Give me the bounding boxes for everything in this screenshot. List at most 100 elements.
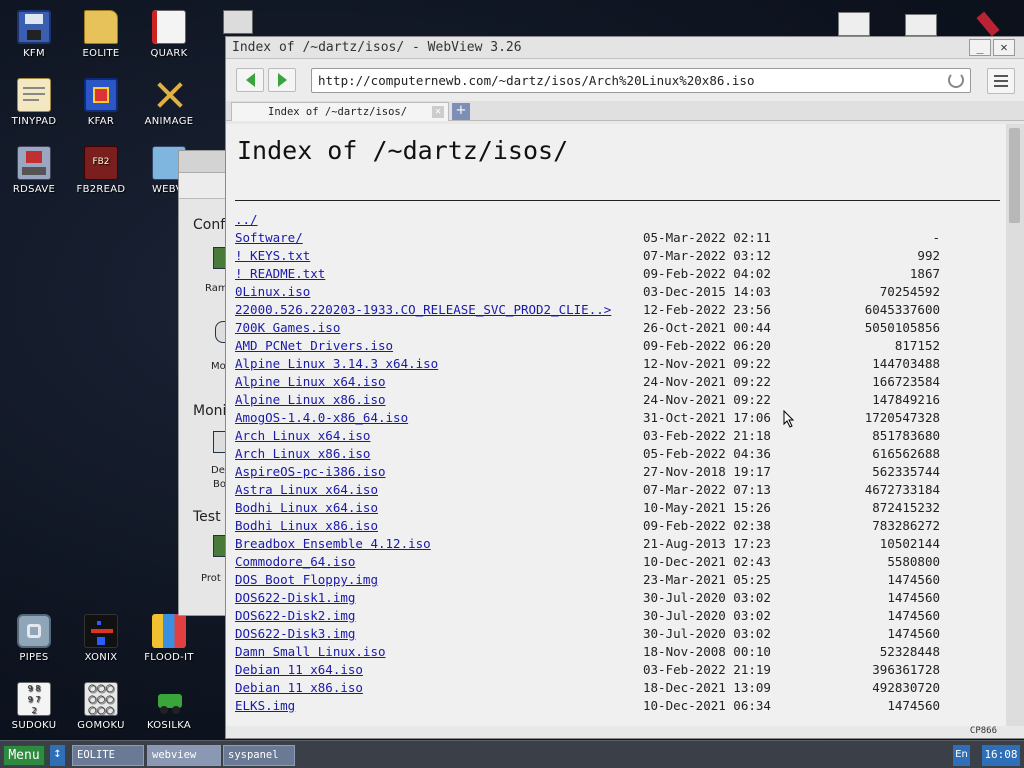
table-row: Alpine Linux x64.iso 24-Nov-2021 09:22 166… <box>235 373 1005 391</box>
file-link[interactable]: AspireOS-pc-i386.iso <box>235 463 386 481</box>
desktop-icon-quark[interactable]: QUARK <box>135 10 203 59</box>
file-link[interactable]: Alpine Linux x64.iso <box>235 373 386 391</box>
file-link[interactable]: Alpine Linux 3.14.3 x64.iso <box>235 355 438 373</box>
file-size: 147849216 <box>872 392 940 407</box>
file-link[interactable]: Debian 11 x86.iso <box>235 679 363 697</box>
tab-active[interactable]: Index of /~dartz/isos/ ✕ <box>231 102 449 121</box>
back-button[interactable] <box>236 68 264 92</box>
table-row: Damn Small Linux.iso 18-Nov-2008 00:10 523… <box>235 643 1005 661</box>
parent-dir-link[interactable]: ../ <box>235 211 258 229</box>
language-indicator[interactable]: En <box>953 745 970 766</box>
encoding-label[interactable]: CP866 <box>970 726 997 736</box>
desktop-icon-rdsave[interactable]: RDSAVE <box>0 146 68 195</box>
webview-window[interactable]: Index of /~dartz/isos/ - WebView 3.26 _ … <box>225 36 1024 739</box>
text-window-icon[interactable] <box>905 14 937 36</box>
arrow-right-icon <box>277 73 287 87</box>
file-link[interactable]: 0Linux.iso <box>235 283 310 301</box>
file-link[interactable]: ! KEYS.txt <box>235 247 310 265</box>
file-link[interactable]: Bodhi Linux x86.iso <box>235 517 378 535</box>
file-link[interactable]: 700K Games.iso <box>235 319 340 337</box>
file-size: 851783680 <box>872 428 940 443</box>
file-link[interactable]: Arch Linux x64.iso <box>235 427 370 445</box>
desktop-icon-kfar[interactable]: KFAR <box>67 78 135 127</box>
file-link[interactable]: AmogOS-1.4.0-x86_64.iso <box>235 409 408 427</box>
desktop-icon-flood-it[interactable]: FLOOD-IT <box>135 614 203 663</box>
clock[interactable]: 16:08 <box>982 745 1020 766</box>
syspanel-item[interactable]: Mo <box>211 361 226 372</box>
file-date: 30-Jul-2020 03:02 <box>643 590 771 605</box>
file-link[interactable]: 22000.526.220203-1933.CO_RELEASE_SVC_PRO… <box>235 301 611 319</box>
tool-icon[interactable] <box>975 11 1003 37</box>
desktop-icon-animage[interactable]: ANIMAGE <box>135 78 203 127</box>
gomoku-icon: ○○○ ○○○ ○○○ <box>84 682 118 716</box>
minimize-button[interactable]: _ <box>969 39 991 56</box>
window-titlebar[interactable]: Index of /~dartz/isos/ - WebView 3.26 _ … <box>226 37 1024 59</box>
task-webview[interactable]: webview <box>147 745 221 766</box>
desktop-icon-label: EOLITE <box>82 48 120 59</box>
file-size: 562335744 <box>872 464 940 479</box>
folder-icon <box>84 10 118 44</box>
file-link[interactable]: Arch Linux x86.iso <box>235 445 370 463</box>
new-tab-button[interactable]: + <box>452 103 470 120</box>
desktop-icon-tinypad[interactable]: TINYPAD <box>0 78 68 127</box>
file-link[interactable]: ! README.txt <box>235 265 325 283</box>
calculator-icon[interactable] <box>223 10 253 34</box>
file-link[interactable]: DOS622-Disk3.img <box>235 625 355 643</box>
file-link[interactable]: Debian 11 x64.iso <box>235 661 363 679</box>
browser-menu-button[interactable] <box>987 68 1015 94</box>
file-link[interactable]: DOS Boot Floppy.img <box>235 571 378 589</box>
file-size: 4672733184 <box>864 482 940 497</box>
table-row: Arch Linux x64.iso 03-Feb-2022 21:18 85178… <box>235 427 1005 445</box>
reload-icon[interactable] <box>948 72 964 88</box>
table-row: 0Linux.iso 03-Dec-2015 14:03 70254592 <box>235 283 1005 301</box>
task-eolite[interactable]: EOLITE <box>72 745 144 766</box>
paint-icon <box>152 78 186 112</box>
task-syspanel[interactable]: syspanel <box>223 745 295 766</box>
file-link[interactable]: Breadbox Ensemble 4.12.iso <box>235 535 431 553</box>
desktop-icon-label: GOMOKU <box>77 720 125 731</box>
syspanel-item[interactable]: De <box>211 465 225 476</box>
bug-icon[interactable] <box>838 12 870 36</box>
desktop-icon-xonix[interactable]: XONIX <box>67 614 135 663</box>
file-date: 03-Feb-2022 21:18 <box>643 428 771 443</box>
file-date: 10-May-2021 15:26 <box>643 500 771 515</box>
file-date: 03-Dec-2015 14:03 <box>643 284 771 299</box>
mower-icon <box>152 682 186 716</box>
vertical-scrollbar[interactable] <box>1006 124 1024 728</box>
file-link[interactable]: Damn Small Linux.iso <box>235 643 386 661</box>
table-row: Alpine Linux x86.iso 24-Nov-2021 09:22 147… <box>235 391 1005 409</box>
file-link[interactable]: DOS622-Disk1.img <box>235 589 355 607</box>
table-row: Arch Linux x86.iso 05-Feb-2022 04:36 61656… <box>235 445 1005 463</box>
desktop-icon-sudoku[interactable]: 9 89 72 SUDOKU <box>0 682 68 731</box>
desktop-icon-kfm[interactable]: KFM <box>0 10 68 59</box>
file-link[interactable]: Software/ <box>235 229 303 247</box>
desktop-icon-gomoku[interactable]: ○○○ ○○○ ○○○ GOMOKU <box>67 682 135 731</box>
file-link[interactable]: Commodore_64.iso <box>235 553 355 571</box>
file-size: 492830720 <box>872 680 940 695</box>
close-tab-icon[interactable]: ✕ <box>432 106 444 118</box>
table-row: Debian 11 x86.iso 18-Dec-2021 13:09 492830… <box>235 679 1005 697</box>
file-link[interactable]: DOS622-Disk2.img <box>235 607 355 625</box>
close-button[interactable]: ✕ <box>993 39 1015 56</box>
file-size: 70254592 <box>879 284 940 299</box>
desktop-icon-eolite[interactable]: EOLITE <box>67 10 135 59</box>
scrollbar-thumb[interactable] <box>1009 128 1020 223</box>
syspanel-item[interactable]: Prot <box>201 573 221 584</box>
file-link[interactable]: AMD PCNet Drivers.iso <box>235 337 393 355</box>
file-link[interactable]: Astra Linux x64.iso <box>235 481 378 499</box>
address-bar[interactable]: http://computernewb.com/~dartz/isos/Arch… <box>311 68 971 93</box>
file-date: 26-Oct-2021 00:44 <box>643 320 771 335</box>
menu-button[interactable]: Menu <box>3 745 45 766</box>
file-link[interactable]: Bodhi Linux x64.iso <box>235 499 378 517</box>
forward-button[interactable] <box>268 68 296 92</box>
switch-button[interactable]: ↕ <box>50 745 65 766</box>
book-icon <box>152 10 186 44</box>
desktop-icon-kosilka[interactable]: KOSILKA <box>135 682 203 731</box>
table-row: Software/05-Mar-2022 02:11 - <box>235 229 1005 247</box>
desktop-icon-fb2read[interactable]: FB2 FB2READ <box>67 146 135 195</box>
file-size: 1474560 <box>887 626 940 641</box>
desktop-icon-label: KFM <box>23 48 45 59</box>
file-link[interactable]: Alpine Linux x86.iso <box>235 391 386 409</box>
file-link[interactable]: ELKS.img <box>235 697 295 715</box>
desktop-icon-pipes[interactable]: PIPES <box>0 614 68 663</box>
